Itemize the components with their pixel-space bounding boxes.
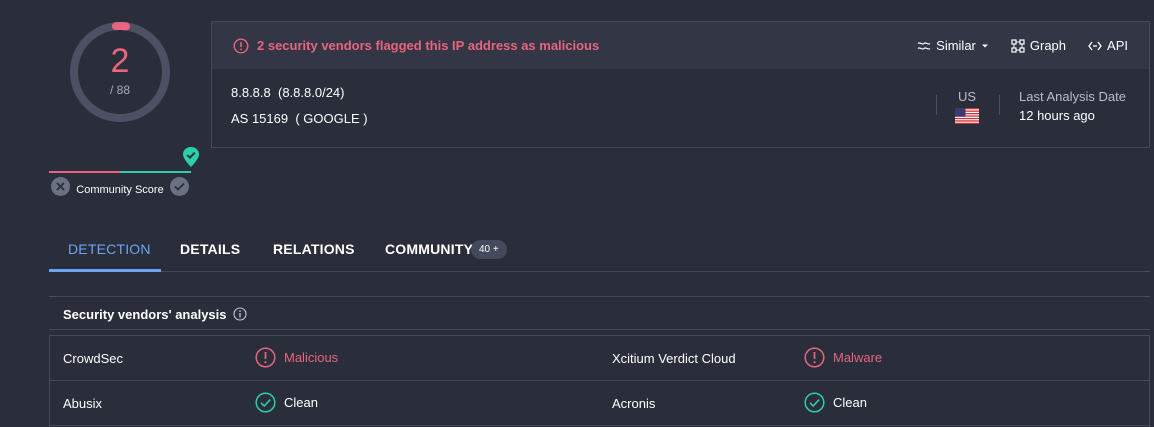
community-score-bar (49, 171, 191, 173)
country-code: US (957, 89, 977, 104)
malicious-icon (804, 347, 825, 368)
vendors-table: CrowdSec Malicious Xcitium Verdict Cloud… (49, 335, 1150, 427)
similar-icon (917, 41, 931, 50)
clean-check-icon (804, 392, 825, 413)
community-count-badge: 40 + (471, 240, 507, 259)
detection-total: / 88 (109, 83, 130, 97)
result-label: Malware (833, 350, 883, 365)
graph-label: Graph (1029, 38, 1067, 53)
as-line: AS 15169 ( GOOGLE ) (231, 111, 368, 126)
graph-button[interactable]: Graph (1011, 38, 1066, 53)
vendor-name: Acronis (612, 396, 656, 411)
vendors-section-header: Security vendors' analysis (49, 296, 1150, 330)
info-icon[interactable] (233, 307, 247, 321)
tab-detection[interactable]: DETECTION (68, 241, 151, 257)
header-actions: Similar Graph API (917, 22, 1128, 69)
tab-community[interactable]: COMMUNITY (385, 241, 473, 257)
alert-circle-icon (233, 37, 249, 54)
api-button[interactable]: API (1088, 38, 1128, 53)
ip-address[interactable]: 8.8.8.8 (231, 85, 271, 100)
table-row: Abusix Clean Acronis Clean (50, 381, 1149, 426)
ip-summary-card: 2 security vendors flagged this IP addre… (211, 21, 1150, 148)
result-label: Clean (284, 395, 318, 410)
us-flag-icon (955, 108, 979, 124)
vendor-name: Xcitium Verdict Cloud (612, 351, 736, 366)
ip-address-line: 8.8.8.8 (8.8.8.0/24) (231, 85, 345, 100)
active-tab-indicator (49, 269, 161, 272)
tab-bar: DETECTION DETAILS RELATIONS COMMUNITY 40… (49, 228, 1150, 272)
similar-label: Similar (936, 38, 976, 53)
graph-icon (1011, 38, 1025, 53)
detection-count: 2 (110, 42, 130, 80)
tab-details[interactable]: DETAILS (180, 241, 240, 257)
check-icon (174, 182, 185, 191)
ip-network[interactable]: (8.8.8.0/24) (278, 85, 345, 100)
chevron-down-icon (981, 44, 988, 47)
alert-message: 2 security vendors flagged this IP addre… (257, 38, 600, 53)
vendors-title: Security vendors' analysis (63, 307, 227, 322)
community-pin-icon (183, 147, 199, 167)
table-row: CrowdSec Malicious Xcitium Verdict Cloud… (50, 336, 1149, 381)
alert-bar: 2 security vendors flagged this IP addre… (212, 22, 1149, 69)
divider (999, 95, 1000, 115)
as-number[interactable]: AS 15169 (231, 111, 288, 126)
vendor-name: Abusix (63, 396, 103, 411)
result-label: Clean (833, 395, 867, 410)
similar-button[interactable]: Similar (917, 38, 989, 53)
divider (936, 95, 937, 115)
api-label: API (1107, 38, 1128, 53)
vendor-result: Malware (804, 347, 882, 368)
community-score: Community Score (49, 146, 199, 200)
vendor-result: Malicious (255, 347, 338, 368)
last-analysis-label: Last Analysis Date (1019, 89, 1126, 104)
malicious-icon (255, 347, 276, 368)
vendor-name: CrowdSec (63, 351, 123, 366)
result-label: Malicious (284, 350, 339, 365)
tab-relations[interactable]: RELATIONS (273, 241, 355, 257)
vendor-result: Clean (255, 392, 318, 413)
last-analysis-value: 12 hours ago (1019, 108, 1095, 123)
vendor-result: Clean (804, 392, 867, 413)
as-owner[interactable]: ( GOOGLE ) (295, 111, 367, 126)
clean-check-icon (255, 392, 276, 413)
detection-score-gauge: 2 / 88 (68, 20, 172, 124)
api-icon (1088, 41, 1102, 50)
vote-harmless-button[interactable] (170, 177, 189, 196)
